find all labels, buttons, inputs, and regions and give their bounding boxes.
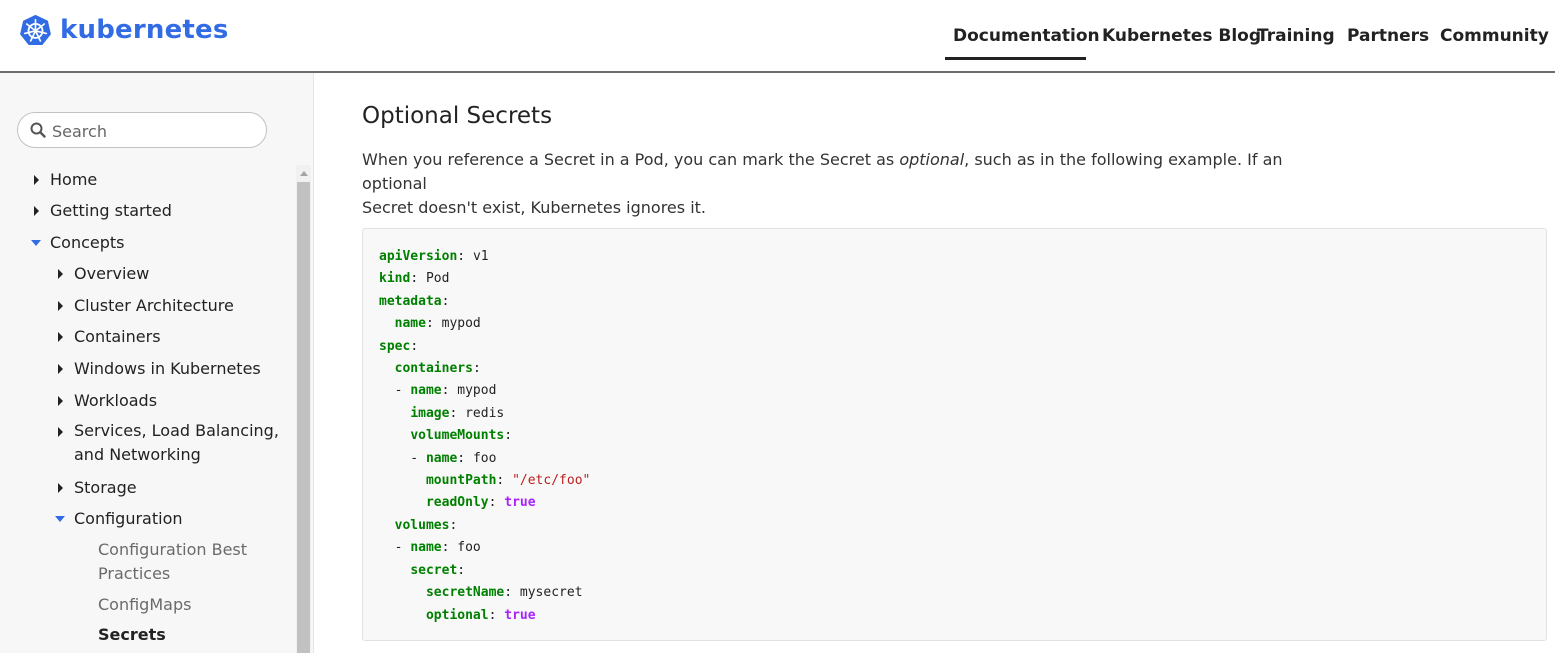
active-nav-indicator: [945, 57, 1086, 60]
section-paragraph: When you reference a Secret in a Pod, yo…: [362, 150, 1283, 217]
top-nav: Documentation Kubernetes Blog Training P…: [0, 0, 1555, 71]
sidebar-item-label: Services, Load Balancing,: [74, 421, 279, 440]
sidebar-item-concepts[interactable]: Concepts: [50, 233, 125, 252]
sidebar-item-workloads[interactable]: Workloads: [74, 391, 157, 410]
emphasis-text: optional: [899, 150, 965, 169]
chevron-right-icon[interactable]: [58, 396, 63, 406]
sidebar-item-secrets[interactable]: Secrets: [98, 625, 166, 644]
site-header: kubernetes Documentation Kubernetes Blog…: [0, 0, 1555, 73]
sidebar-item-home[interactable]: Home: [50, 170, 97, 189]
sidebar-item-label: Practices: [98, 564, 171, 583]
search-input[interactable]: [50, 120, 254, 142]
sidebar-item-windows-in-kubernetes[interactable]: Windows in Kubernetes: [74, 359, 261, 378]
chevron-right-icon[interactable]: [58, 427, 63, 437]
code-block: apiVersion: v1 kind: Pod metadata: name:…: [362, 228, 1547, 641]
chevron-right-icon[interactable]: [58, 364, 63, 374]
search-box[interactable]: [17, 112, 267, 148]
nav-partners[interactable]: Partners: [1347, 26, 1429, 46]
chevron-right-icon[interactable]: [58, 483, 63, 493]
nav-training[interactable]: Training: [1257, 26, 1335, 46]
chevron-down-icon[interactable]: [55, 516, 65, 522]
docs-sidebar: Home Getting started Concepts Overview C…: [0, 73, 314, 653]
scroll-up-arrow-icon[interactable]: [300, 171, 308, 176]
chevron-right-icon[interactable]: [58, 301, 63, 311]
section-heading: Optional Secrets: [362, 103, 553, 129]
nav-kubernetes-blog[interactable]: Kubernetes Blog: [1102, 26, 1261, 46]
nav-documentation[interactable]: Documentation: [953, 26, 1100, 46]
sidebar-item-storage[interactable]: Storage: [74, 478, 137, 497]
sidebar-item-configuration-best-practices[interactable]: Configuration Best Practices: [98, 538, 247, 586]
sidebar-item-getting-started[interactable]: Getting started: [50, 201, 172, 220]
chevron-right-icon[interactable]: [58, 269, 63, 279]
sidebar-item-cluster-architecture[interactable]: Cluster Architecture: [74, 296, 234, 315]
sidebar-item-containers[interactable]: Containers: [74, 327, 161, 346]
chevron-right-icon[interactable]: [58, 332, 63, 342]
chevron-down-icon[interactable]: [31, 240, 41, 246]
sidebar-scrollbar-thumb[interactable]: [297, 182, 310, 653]
sidebar-item-label: and Networking: [74, 445, 201, 464]
sidebar-item-overview[interactable]: Overview: [74, 264, 149, 283]
sidebar-item-label: Configuration Best: [98, 540, 248, 559]
sidebar-item-configmaps[interactable]: ConfigMaps: [98, 595, 191, 614]
chevron-right-icon[interactable]: [34, 175, 39, 185]
nav-community[interactable]: Community: [1440, 26, 1549, 46]
sidebar-item-configuration[interactable]: Configuration: [74, 509, 183, 528]
sidebar-item-services-networking[interactable]: Services, Load Balancing, and Networking: [74, 419, 279, 467]
chevron-right-icon[interactable]: [34, 206, 39, 216]
search-icon: [30, 122, 46, 138]
main-content: Optional Secrets When you reference a Se…: [314, 73, 1555, 653]
yaml-code: apiVersion: v1 kind: Pod metadata: name:…: [379, 249, 591, 623]
